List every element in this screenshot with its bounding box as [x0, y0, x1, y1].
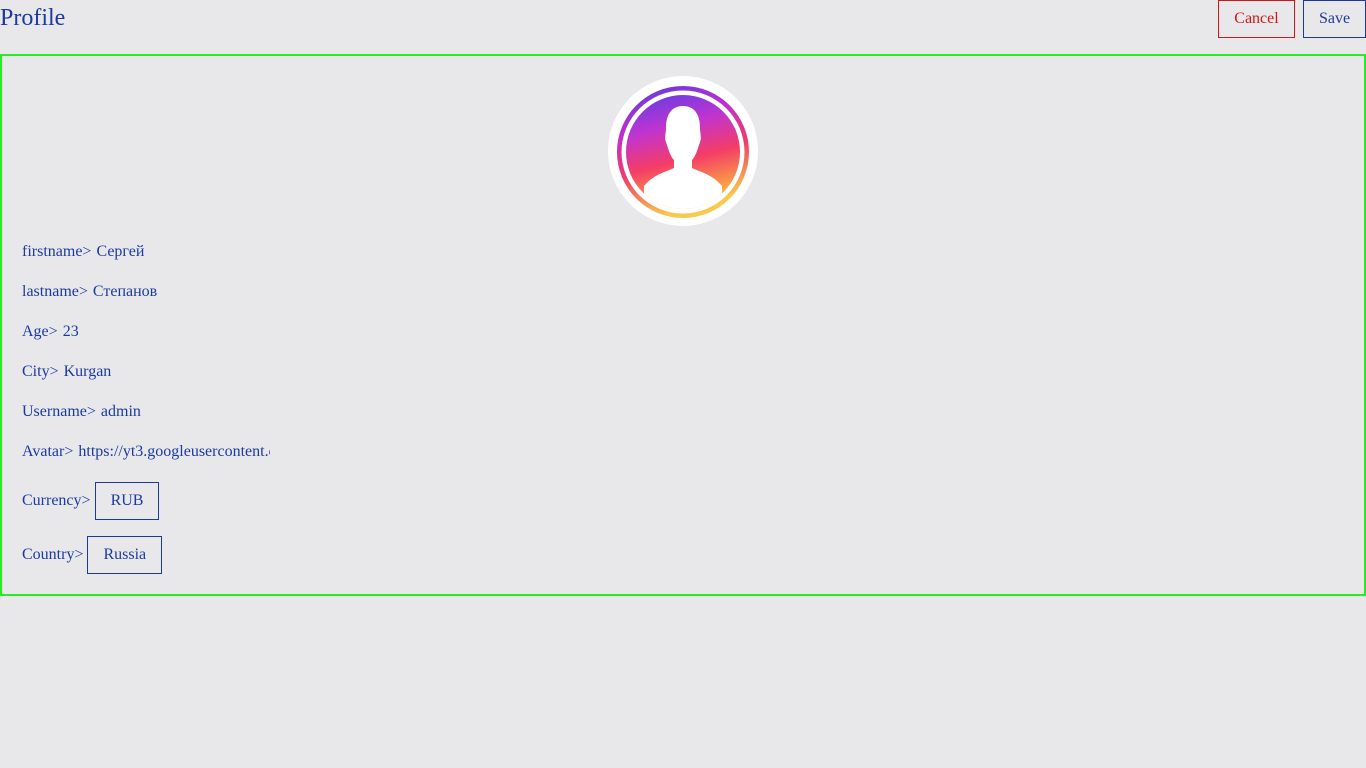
city-label: City>: [22, 363, 59, 380]
avatar-url-row: Avatar> https://yt3.googleusercontent.c: [22, 443, 270, 461]
age-field[interactable]: 23: [63, 323, 79, 341]
cancel-button[interactable]: Cancel: [1218, 0, 1295, 38]
country-row: Country> Russia: [22, 536, 163, 574]
save-button[interactable]: Save: [1303, 0, 1366, 38]
username-row: Username> admin: [22, 403, 141, 421]
firstname-row: firstname> Сергей: [22, 243, 144, 261]
lastname-row: lastname> Степанов: [22, 283, 157, 301]
city-row: City> Kurgan: [22, 363, 111, 381]
username-label: Username>: [22, 403, 96, 420]
firstname-label: firstname>: [22, 243, 92, 260]
firstname-field[interactable]: Сергей: [96, 243, 144, 261]
currency-select[interactable]: RUB: [94, 482, 160, 520]
country-label: Country>: [22, 546, 84, 563]
city-field[interactable]: Kurgan: [64, 363, 112, 381]
age-row: Age> 23: [22, 323, 79, 341]
user-silhouette-icon: [617, 86, 749, 218]
avatar-url-field[interactable]: https://yt3.googleusercontent.c: [78, 443, 270, 461]
avatar-url-label: Avatar>: [22, 443, 74, 460]
username-field[interactable]: admin: [101, 403, 141, 421]
page-title: Profile: [0, 5, 66, 31]
avatar[interactable]: [608, 76, 758, 226]
lastname-label: lastname>: [22, 283, 88, 300]
currency-row: Currency> RUB: [22, 482, 160, 520]
currency-label: Currency>: [22, 492, 91, 509]
profile-panel: firstname> Сергей lastname> Степанов Age…: [0, 54, 1366, 596]
lastname-field[interactable]: Степанов: [93, 283, 157, 301]
header-bar: Profile Cancel Save: [0, 0, 1366, 55]
country-select[interactable]: Russia: [87, 536, 163, 574]
age-label: Age>: [22, 323, 58, 340]
